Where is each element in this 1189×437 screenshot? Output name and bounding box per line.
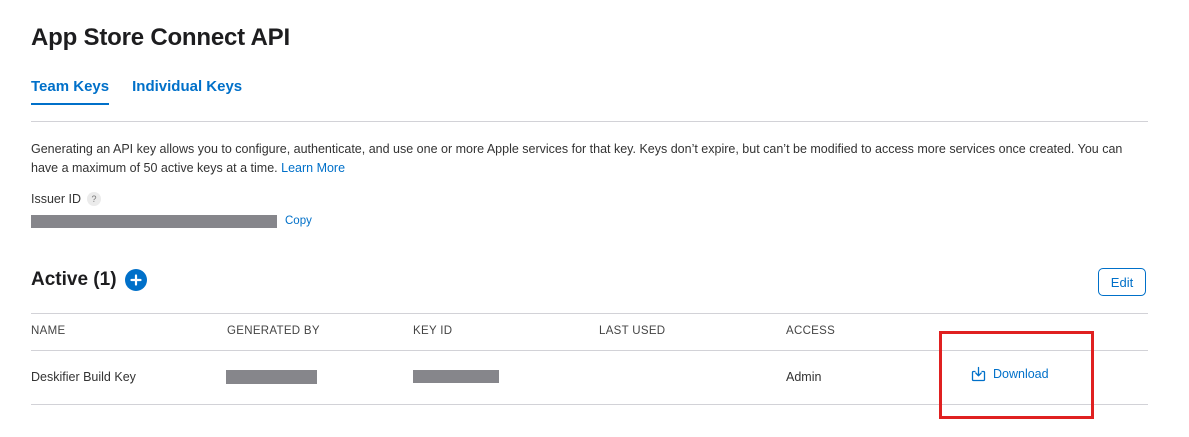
learn-more-link[interactable]: Learn More [281, 161, 345, 175]
active-keys-heading: Active (1) [31, 269, 147, 291]
edit-button[interactable]: Edit [1098, 268, 1146, 296]
highlight-box [939, 331, 1094, 419]
description: Generating an API key allows you to conf… [31, 140, 1141, 178]
column-header-last-used: LAST USED [599, 325, 666, 337]
column-header-name: NAME [31, 325, 66, 337]
description-text: Generating an API key allows you to conf… [31, 142, 1123, 175]
plus-icon [129, 274, 142, 286]
issuer-id-label-text: Issuer ID [31, 192, 82, 206]
key-id-redacted [413, 370, 499, 383]
issuer-id-value-redacted [31, 215, 277, 228]
tabs-divider [31, 121, 1148, 122]
column-header-key-id: KEY ID [413, 325, 453, 337]
generated-by-redacted [226, 370, 317, 384]
access-value: Admin [786, 370, 822, 384]
tab-individual-keys[interactable]: Individual Keys [132, 78, 242, 105]
page-title: App Store Connect API [31, 24, 290, 51]
add-key-button[interactable] [124, 269, 147, 291]
issuer-id-label: Issuer ID ? [31, 192, 102, 206]
table-top-divider [31, 313, 1148, 314]
help-icon[interactable]: ? [87, 192, 102, 206]
column-header-access: ACCESS [786, 325, 836, 337]
key-tabs: Team Keys Individual Keys [31, 78, 265, 105]
active-keys-heading-text: Active (1) [31, 269, 117, 290]
copy-link[interactable]: Copy [285, 215, 312, 227]
key-name: Deskifier Build Key [31, 370, 136, 384]
tab-team-keys[interactable]: Team Keys [31, 78, 110, 105]
column-header-generated-by: GENERATED BY [227, 325, 320, 337]
